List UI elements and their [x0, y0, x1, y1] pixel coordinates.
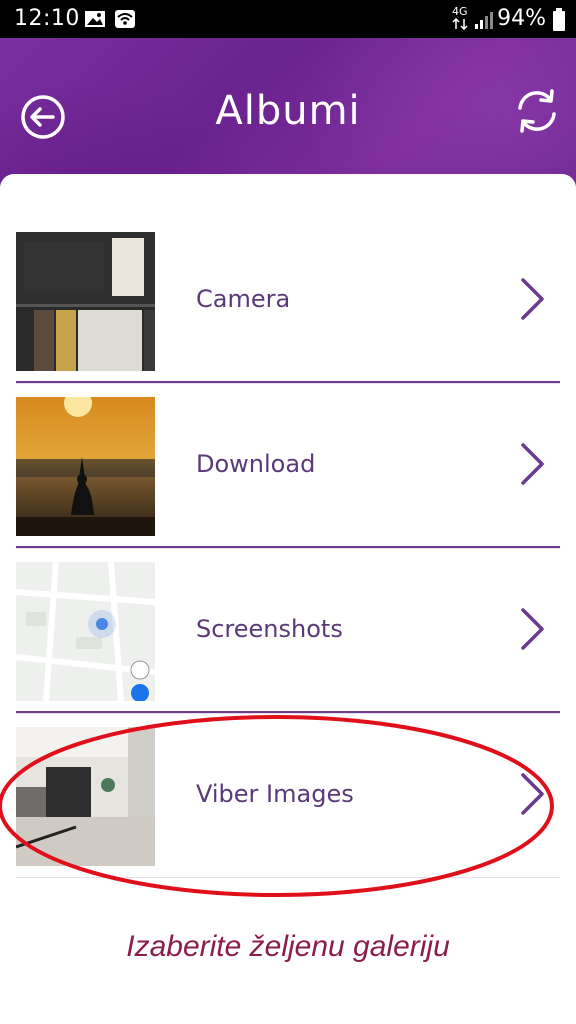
divider-shadow — [16, 713, 560, 714]
screenshots-thumbnail-image — [16, 562, 155, 701]
album-thumbnail-viber-images — [16, 727, 155, 866]
page-title: Albumi — [215, 88, 361, 134]
chevron-right-icon — [521, 443, 544, 485]
divider-shadow — [16, 383, 560, 384]
album-item-camera[interactable]: Camera — [0, 222, 576, 387]
album-label: Screenshots — [196, 615, 343, 643]
album-label: Viber Images — [196, 780, 354, 808]
album-label: Download — [196, 450, 316, 478]
network-type: 4G — [452, 5, 468, 18]
album-thumbnail-camera — [16, 232, 155, 371]
battery-percent: 94% — [497, 6, 546, 31]
status-time: 12:10 — [14, 6, 80, 31]
screen: 12:10 4G 94% Albumi Camera Download Scre… — [0, 0, 576, 1024]
status-bar: 12:10 4G 94% — [0, 0, 576, 38]
camera-thumbnail-image — [16, 232, 155, 371]
image-notification-icon — [85, 11, 105, 27]
refresh-button[interactable] — [512, 86, 562, 136]
album-label: Camera — [196, 285, 291, 313]
refresh-icon — [518, 89, 556, 133]
chevron-right-icon — [521, 278, 544, 320]
data-arrows-icon — [452, 18, 468, 30]
battery-icon — [553, 8, 565, 31]
album-item-download[interactable]: Download — [0, 387, 576, 552]
header: Albumi — [0, 38, 576, 188]
annotation-text: Izaberite željenu galeriju — [126, 930, 450, 963]
album-thumbnail-download — [16, 397, 155, 536]
chevron-right-icon — [521, 608, 544, 650]
viber-images-thumbnail-image — [16, 727, 155, 866]
download-thumbnail-image — [16, 397, 155, 536]
album-item-screenshots[interactable]: Screenshots — [0, 552, 576, 717]
album-thumbnail-screenshots — [16, 562, 155, 701]
divider-shadow — [16, 877, 560, 878]
wifi-icon — [115, 10, 135, 28]
album-item-viber-images[interactable]: Viber Images — [0, 717, 576, 882]
signal-icon — [475, 12, 493, 29]
divider-shadow — [16, 548, 560, 549]
album-list: Camera Download Screenshots Viber Images — [0, 222, 576, 882]
albums-card: Camera Download Screenshots Viber Images — [0, 174, 576, 1024]
chevron-right-icon — [521, 773, 544, 815]
